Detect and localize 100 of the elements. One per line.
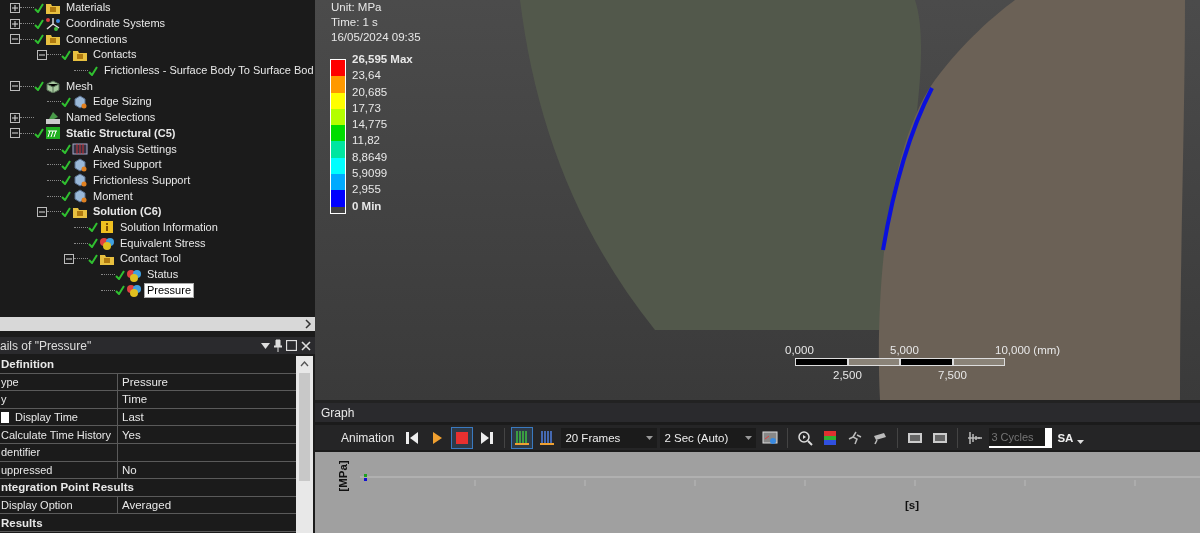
tree-item[interactable]: Pressure	[145, 283, 194, 297]
property-label: Display Time	[15, 411, 78, 424]
pin-icon[interactable]	[274, 339, 282, 352]
settings-icon	[72, 142, 88, 157]
tree-item[interactable]: Contact Tool	[118, 252, 183, 266]
scale-label: 7,500	[938, 369, 967, 381]
property-label: Display Option	[0, 496, 118, 514]
checkbox[interactable]	[1, 411, 9, 423]
result-icon	[99, 236, 115, 251]
property-label: uppressed	[0, 461, 118, 479]
legend-label: 23,64	[352, 68, 382, 84]
tree-item[interactable]: Mesh	[64, 79, 95, 93]
legend-label: 2,955	[352, 182, 382, 198]
expand-toggle[interactable]	[10, 18, 20, 29]
tree-item[interactable]: Edge Sizing	[91, 95, 154, 109]
tree-item[interactable]: Coordinate Systems	[64, 17, 168, 31]
axes-icon	[45, 16, 61, 31]
tree-item[interactable]: Status	[145, 268, 181, 282]
property-value[interactable]: No	[118, 461, 296, 479]
cube-icon	[72, 189, 88, 204]
legend-label: 14,775	[352, 117, 389, 133]
expand-toggle[interactable]	[10, 112, 20, 123]
cycles-field[interactable]: 3 Cycles	[989, 427, 1053, 448]
tree-item[interactable]: Solution Information	[118, 220, 220, 234]
cube-icon	[72, 157, 88, 172]
section-heading[interactable]: ntegration Point Results	[0, 479, 296, 496]
property-label: dentifier	[0, 443, 118, 461]
scale-label: 5,000	[890, 344, 919, 356]
cube-icon	[72, 173, 88, 188]
menu-button[interactable]: SA	[1055, 431, 1087, 444]
legend-label: 26,595 Max	[352, 52, 413, 67]
color-bands-icon	[822, 429, 839, 446]
skip-back-icon	[404, 429, 421, 446]
legend-label: 11,82	[352, 133, 381, 149]
property-label: ype	[0, 373, 118, 391]
expand-toggle[interactable]	[10, 128, 20, 139]
tree-item[interactable]: Named Selections	[64, 111, 158, 125]
toolbar-label: Animation	[341, 430, 395, 445]
caret-icon	[646, 435, 654, 440]
stop-icon	[454, 429, 471, 446]
expand-toggle[interactable]	[10, 2, 20, 13]
chevron-up-icon[interactable]	[300, 361, 309, 367]
expand-toggle[interactable]	[10, 34, 20, 45]
maximize-icon[interactable]	[286, 340, 297, 351]
expand-toggle[interactable]	[64, 253, 74, 264]
caret-icon	[1077, 439, 1085, 444]
vertical-scrollbar[interactable]	[296, 356, 313, 533]
panel-title: Graph	[321, 405, 355, 420]
tree-item[interactable]: Materials	[64, 1, 113, 15]
section-heading[interactable]: Definition	[0, 356, 296, 373]
bar-chart-icon	[539, 429, 556, 446]
dropdown[interactable]: 2 Sec (Auto)	[660, 427, 757, 448]
legend-label: 8,8649	[352, 149, 389, 165]
legend-label: 20,685	[352, 84, 389, 100]
property-value[interactable]: Last	[118, 408, 296, 426]
result-icon	[126, 283, 142, 298]
analysis-icon	[45, 126, 61, 141]
tree-item[interactable]: Equivalent Stress	[118, 236, 208, 250]
result-info-text: 16/05/2024 09:35	[331, 30, 421, 45]
expand-toggle[interactable]	[37, 49, 47, 60]
legend-label: 5,9099	[352, 166, 389, 182]
section-heading[interactable]: Results	[0, 514, 296, 531]
chevron-right-icon[interactable]	[305, 319, 312, 329]
dropdown-arrow-icon[interactable]	[261, 342, 270, 349]
property-label: y	[0, 391, 118, 408]
dropdown[interactable]: 20 Frames	[561, 427, 658, 448]
selection-icon	[45, 110, 61, 125]
result-icon	[126, 267, 142, 282]
tree-item[interactable]: Static Structural (C5)	[64, 126, 178, 140]
close-icon[interactable]	[301, 340, 311, 351]
result-info-text: Time: 1 s	[331, 15, 379, 30]
property-value[interactable]: Yes	[118, 426, 296, 443]
toolbar-button[interactable]	[511, 426, 534, 449]
tree-item[interactable]: Moment	[91, 189, 135, 203]
tree-item[interactable]: Solution (C6)	[91, 205, 164, 219]
scale-label: 2,500	[833, 369, 862, 381]
expand-toggle[interactable]	[10, 81, 20, 92]
mesh-icon	[45, 79, 61, 94]
tree-item[interactable]: Contacts	[91, 48, 139, 62]
model-viewport[interactable]: Unit: MPa Time: 1 s 16/05/2024 09:35 26,595 Max 23,64 20,685 17,73 14,775 11,82 8,8649 5,9099 2,955 0 Min 0,000 5,000 10,000 (mm) 2,500 7,500	[315, 0, 1200, 400]
expand-toggle[interactable]	[37, 206, 47, 217]
axis-label: [s]	[905, 499, 920, 511]
tree-item[interactable]: Frictionless Support	[91, 173, 193, 187]
cube-icon	[72, 94, 88, 109]
tree-item[interactable]: Frictionless - Surface Body To Surface Bod	[102, 64, 315, 78]
axis-label: [MPa]	[336, 460, 349, 492]
tree-item[interactable]: Analysis Settings	[91, 142, 179, 156]
horizontal-scrollbar[interactable]	[0, 317, 315, 331]
property-value[interactable]: Time	[118, 391, 296, 408]
folder-icon	[45, 32, 61, 47]
runner-icon	[847, 429, 864, 446]
legend-label: 17,73	[352, 100, 382, 116]
tree-item[interactable]: Connections	[64, 32, 130, 46]
result-info-text: Unit: MPa	[331, 0, 383, 15]
scale-label: 0,000	[785, 344, 814, 356]
tree-item[interactable]: Fixed Support	[91, 158, 164, 172]
property-value[interactable]: Averaged	[118, 496, 296, 514]
legend-label: 0 Min	[352, 198, 383, 214]
zoom-icon	[797, 429, 814, 446]
property-value[interactable]: Pressure	[118, 373, 296, 391]
